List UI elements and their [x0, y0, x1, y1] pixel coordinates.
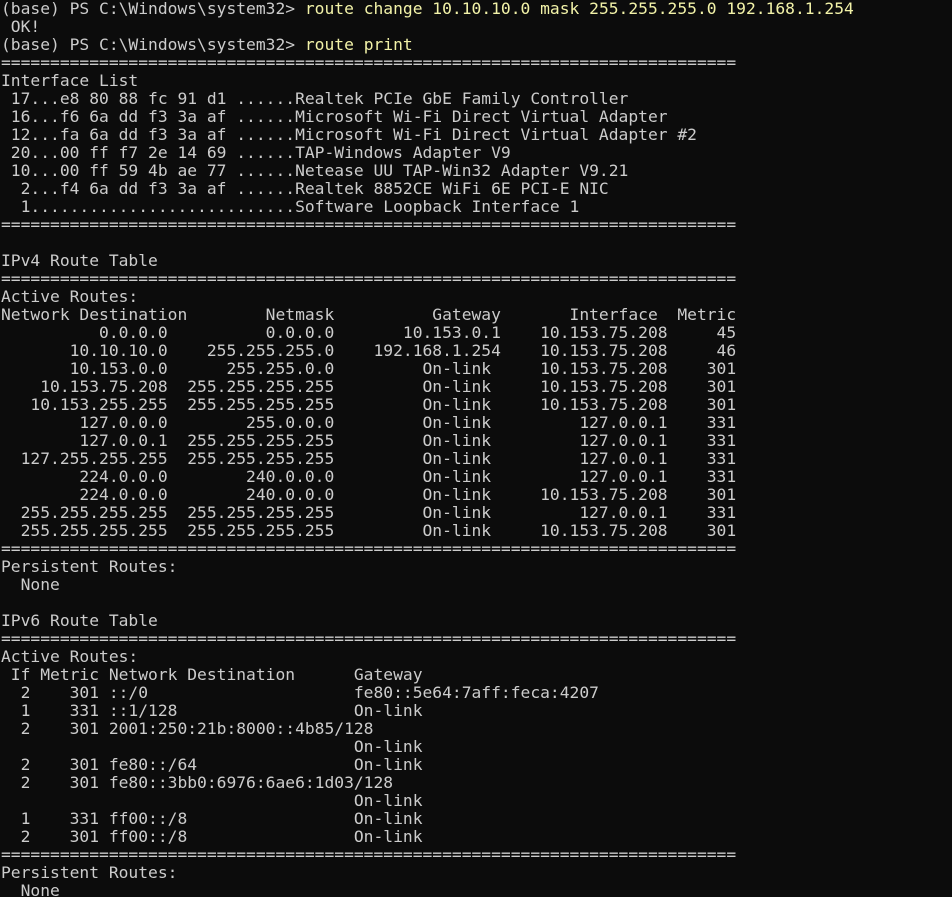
ipv4-route-row: 255.255.255.255 255.255.255.255 On-link …	[1, 521, 737, 540]
separator-line: ========================================…	[1, 845, 737, 864]
ipv4-route-row: 127.0.0.0 255.0.0.0 On-link 127.0.0.1 33…	[1, 413, 737, 432]
separator-line: ========================================…	[1, 269, 737, 288]
ipv4-route-row: 10.10.10.0 255.255.255.0 192.168.1.254 1…	[1, 341, 737, 360]
ipv4-active-routes-label: Active Routes:	[1, 287, 139, 306]
command-line-route-change: (base) PS C:\Windows\system32> route cha…	[1, 0, 952, 18]
ipv6-persistent-routes-value: None	[1, 881, 60, 897]
ipv4-table-header: Network Destination Netmask Gateway Inte…	[1, 305, 737, 324]
command-text: route print	[304, 35, 413, 54]
ipv6-route-row: 2 301 2001:250:21b:8000::4b85/128	[1, 719, 374, 738]
ipv6-route-row: 2 301 ff00::/8 On-link	[1, 827, 423, 846]
ipv6-route-row: 1 331 ff00::/8 On-link	[1, 809, 423, 828]
ipv4-route-row: 127.0.0.1 255.255.255.255 On-link 127.0.…	[1, 431, 737, 450]
ipv6-table-title: IPv6 Route Table	[1, 611, 158, 630]
ipv6-persistent-routes-label: Persistent Routes:	[1, 863, 178, 882]
interface-list-title: Interface List	[1, 71, 139, 90]
separator-line: ========================================…	[1, 215, 737, 234]
interface-list-item: 20...00 ff f7 2e 14 69 ......TAP-Windows…	[1, 143, 511, 162]
ipv6-route-row: 2 301 fe80::/64 On-link	[1, 755, 423, 774]
ipv6-route-row: 2 301 fe80::3bb0:6976:6ae6:1d03/128	[1, 773, 394, 792]
ipv4-route-row: 127.255.255.255 255.255.255.255 On-link …	[1, 449, 737, 468]
ipv4-route-row: 255.255.255.255 255.255.255.255 On-link …	[1, 503, 737, 522]
ipv6-route-row: 2 301 ::/0 fe80::5e64:7aff:feca:4207	[1, 683, 599, 702]
ipv6-active-routes-label: Active Routes:	[1, 647, 139, 666]
interface-list-item: 10...00 ff 59 4b ae 77 ......Netease UU …	[1, 161, 629, 180]
shell-prompt: (base) PS C:\Windows\system32>	[1, 35, 305, 54]
ipv4-route-row: 10.153.75.208 255.255.255.255 On-link 10…	[1, 377, 737, 396]
command-text: route change 10.10.10.0 mask 255.255.255…	[304, 0, 854, 18]
separator-line: ========================================…	[1, 53, 737, 72]
terminal-window[interactable]: (base) PS C:\Windows\system32> route cha…	[0, 0, 952, 897]
ipv6-route-row: On-link	[1, 791, 423, 810]
ipv4-table-title: IPv4 Route Table	[1, 251, 158, 270]
ipv4-route-row: 0.0.0.0 0.0.0.0 10.153.0.1 10.153.75.208…	[1, 323, 737, 342]
interface-list-item: 17...e8 80 88 fc 91 d1 ......Realtek PCI…	[1, 89, 629, 108]
ipv4-persistent-routes-label: Persistent Routes:	[1, 557, 178, 576]
ipv6-route-row: 1 331 ::1/128 On-link	[1, 701, 423, 720]
command-output-ok: OK!	[1, 17, 41, 36]
interface-list-item: 12...fa 6a dd f3 3a af ......Microsoft W…	[1, 125, 697, 144]
interface-list-item: 2...f4 6a dd f3 3a af ......Realtek 8852…	[1, 179, 609, 198]
ipv6-route-row: On-link	[1, 737, 423, 756]
interface-list-item: 16...f6 6a dd f3 3a af ......Microsoft W…	[1, 107, 668, 126]
interface-list-item: 1...........................Software Loo…	[1, 197, 580, 216]
ipv4-persistent-routes-value: None	[1, 575, 60, 594]
ipv4-route-row: 224.0.0.0 240.0.0.0 On-link 10.153.75.20…	[1, 485, 737, 504]
ipv4-route-row: 10.153.255.255 255.255.255.255 On-link 1…	[1, 395, 737, 414]
separator-line: ========================================…	[1, 629, 737, 648]
command-line-route-print: (base) PS C:\Windows\system32> route pri…	[1, 36, 952, 54]
ipv4-route-row: 10.153.0.0 255.255.0.0 On-link 10.153.75…	[1, 359, 737, 378]
ipv6-table-header: If Metric Network Destination Gateway	[1, 665, 423, 684]
ipv4-route-row: 224.0.0.0 240.0.0.0 On-link 127.0.0.1 33…	[1, 467, 737, 486]
separator-line: ========================================…	[1, 539, 737, 558]
shell-prompt: (base) PS C:\Windows\system32>	[1, 0, 305, 18]
